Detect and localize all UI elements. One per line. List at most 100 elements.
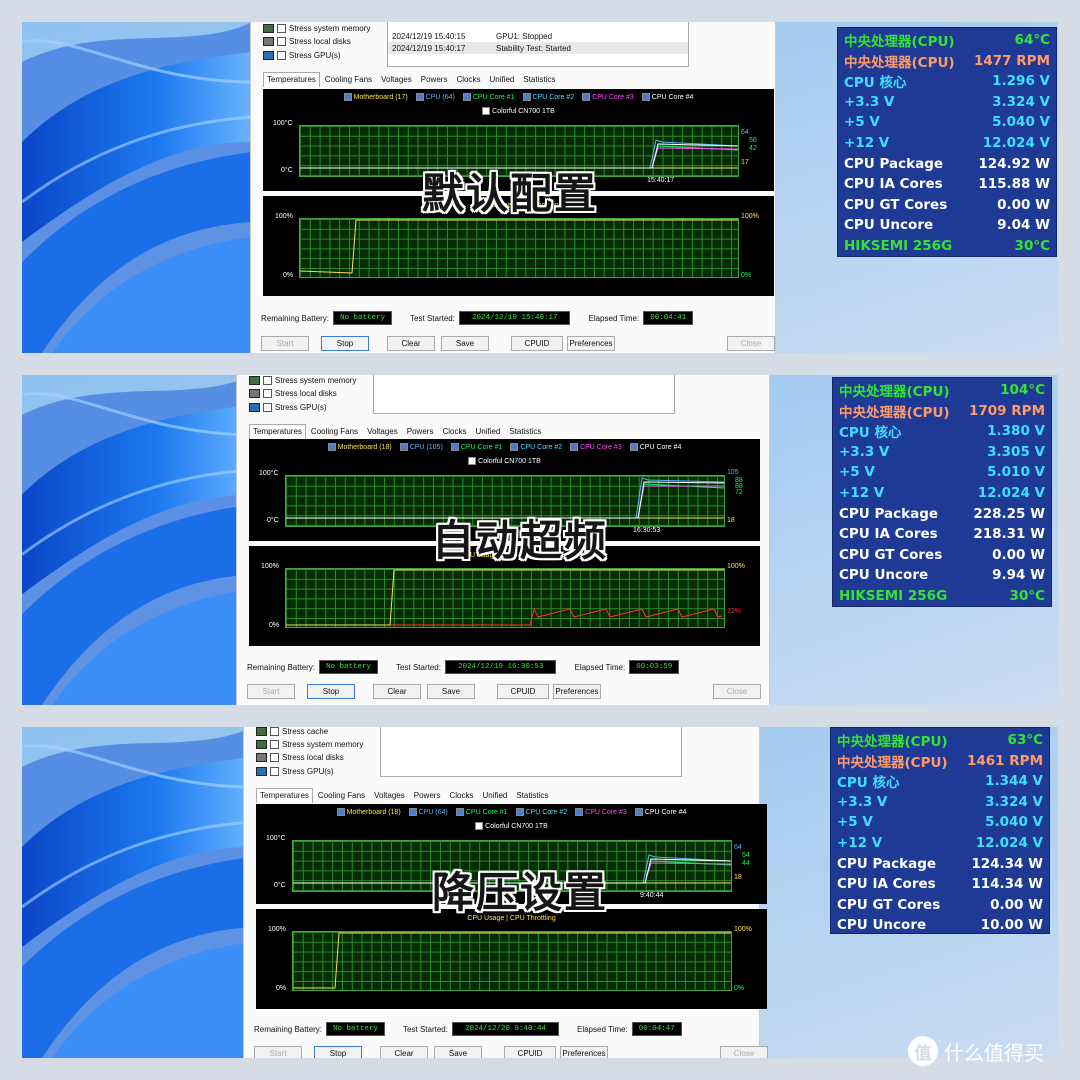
clear-button[interactable]: Clear [387, 336, 435, 351]
stress-option[interactable]: Stress GPU(s) [256, 767, 334, 776]
legend-checkbox[interactable] [462, 93, 471, 101]
legend-checkbox[interactable] [522, 93, 531, 101]
preferences-button[interactable]: Preferences [567, 336, 615, 351]
stress-option[interactable]: Stress local disks [256, 753, 344, 762]
legend-item[interactable]: CPU Core #3 [575, 808, 627, 816]
legend-checkbox[interactable] [327, 443, 336, 451]
legend-checkbox[interactable] [455, 808, 464, 816]
legend-item[interactable]: Colorful CN700 1TB [468, 457, 541, 465]
tab-temperatures[interactable]: Temperatures [256, 788, 313, 803]
stress-option[interactable]: Stress system memory [256, 740, 363, 749]
tab-clocks[interactable]: Clocks [438, 424, 470, 439]
legend-checkbox[interactable] [399, 443, 408, 451]
legend-checkbox[interactable] [468, 457, 477, 465]
legend-checkbox[interactable] [482, 107, 491, 115]
event-log[interactable]: 2024/12/19 15:40:15 GPU1: Stopped 2024/12… [387, 22, 689, 67]
close-button[interactable]: Close [720, 1046, 768, 1058]
save-button[interactable]: Save [441, 336, 489, 351]
stress-option[interactable]: Stress local disks [249, 389, 337, 398]
legend-item[interactable]: CPU Core #4 [629, 443, 681, 451]
start-button[interactable]: Start [247, 684, 295, 699]
stress-option[interactable]: Stress GPU(s) [249, 403, 327, 412]
legend-checkbox[interactable] [510, 443, 519, 451]
tab-unified[interactable]: Unified [485, 72, 518, 87]
log-row[interactable]: 2024/12/19 15:40:15 GPU1: Stopped [388, 30, 688, 42]
legend-checkbox[interactable] [629, 443, 638, 451]
close-button[interactable]: Close [713, 684, 761, 699]
tab-clocks[interactable]: Clocks [452, 72, 484, 87]
tab-voltages[interactable]: Voltages [370, 788, 409, 803]
tab-powers[interactable]: Powers [410, 788, 445, 803]
stress-checkbox[interactable] [263, 389, 272, 398]
cpuid-button[interactable]: CPUID [504, 1046, 556, 1058]
tab-voltages[interactable]: Voltages [377, 72, 416, 87]
legend-item[interactable]: Colorful CN700 1TB [475, 822, 548, 830]
preferences-button[interactable]: Preferences [560, 1046, 608, 1058]
event-log[interactable] [380, 727, 682, 777]
stress-checkbox[interactable] [270, 740, 279, 749]
legend-item[interactable]: CPU Core #4 [641, 93, 693, 101]
legend-item[interactable]: Colorful CN700 1TB [482, 107, 555, 115]
tab-voltages[interactable]: Voltages [363, 424, 402, 439]
legend-item[interactable]: CPU Core #4 [634, 808, 686, 816]
stress-option[interactable]: Stress local disks [263, 37, 351, 46]
legend-checkbox[interactable] [475, 822, 484, 830]
clear-button[interactable]: Clear [373, 684, 421, 699]
tab-statistics[interactable]: Statistics [519, 72, 559, 87]
stop-button[interactable]: Stop [307, 684, 355, 699]
tab-powers[interactable]: Powers [403, 424, 438, 439]
tab-powers[interactable]: Powers [417, 72, 452, 87]
stress-option[interactable]: Stress system memory [249, 376, 356, 385]
legend-item[interactable]: CPU Core #3 [570, 443, 622, 451]
tab-clocks[interactable]: Clocks [445, 788, 477, 803]
stress-checkbox[interactable] [270, 753, 279, 762]
stress-option[interactable]: Stress GPU(s) [263, 51, 341, 60]
preferences-button[interactable]: Preferences [553, 684, 601, 699]
stress-checkbox[interactable] [263, 376, 272, 385]
stress-checkbox[interactable] [270, 767, 279, 776]
legend-checkbox[interactable] [336, 808, 345, 816]
stress-option[interactable]: Stress system memory [263, 24, 370, 33]
legend-item[interactable]: CPU (64) [408, 808, 448, 816]
tab-cooling-fans[interactable]: Cooling Fans [321, 72, 376, 87]
tab-unified[interactable]: Unified [471, 424, 504, 439]
stress-checkbox[interactable] [270, 727, 279, 736]
stress-checkbox[interactable] [277, 51, 286, 60]
close-button[interactable]: Close [727, 336, 775, 351]
stress-checkbox[interactable] [263, 403, 272, 412]
stop-button[interactable]: Stop [321, 336, 369, 351]
cpuid-button[interactable]: CPUID [497, 684, 549, 699]
tab-temperatures[interactable]: Temperatures [249, 424, 306, 439]
legend-item[interactable]: Motherboard (17) [343, 93, 408, 101]
cpuid-button[interactable]: CPUID [511, 336, 563, 351]
legend-item[interactable]: CPU Core #1 [450, 443, 502, 451]
legend-item[interactable]: Motherboard (18) [327, 443, 392, 451]
stress-checkbox[interactable] [277, 24, 286, 33]
legend-checkbox[interactable] [582, 93, 591, 101]
legend-checkbox[interactable] [634, 808, 643, 816]
save-button[interactable]: Save [427, 684, 475, 699]
tab-cooling-fans[interactable]: Cooling Fans [307, 424, 362, 439]
tab-unified[interactable]: Unified [478, 788, 511, 803]
legend-item[interactable]: Motherboard (18) [336, 808, 401, 816]
tab-statistics[interactable]: Statistics [512, 788, 552, 803]
tab-statistics[interactable]: Statistics [505, 424, 545, 439]
legend-checkbox[interactable] [515, 808, 524, 816]
legend-item[interactable]: CPU Core #2 [510, 443, 562, 451]
legend-item[interactable]: CPU Core #3 [582, 93, 634, 101]
tab-temperatures[interactable]: Temperatures [263, 72, 320, 87]
clear-button[interactable]: Clear [380, 1046, 428, 1058]
legend-checkbox[interactable] [415, 93, 424, 101]
log-row[interactable]: 2024/12/19 15:40:17 Stability Test: Star… [388, 42, 688, 54]
stress-checkbox[interactable] [277, 37, 286, 46]
legend-checkbox[interactable] [570, 443, 579, 451]
legend-item[interactable]: CPU (105) [399, 443, 443, 451]
legend-checkbox[interactable] [641, 93, 650, 101]
legend-item[interactable]: CPU Core #2 [515, 808, 567, 816]
event-log[interactable] [373, 375, 675, 414]
legend-item[interactable]: CPU Core #1 [455, 808, 508, 816]
legend-item[interactable]: CPU (64) [415, 93, 455, 101]
legend-checkbox[interactable] [450, 443, 459, 451]
stress-option[interactable]: Stress cache [256, 727, 328, 736]
start-button[interactable]: Start [254, 1046, 302, 1058]
